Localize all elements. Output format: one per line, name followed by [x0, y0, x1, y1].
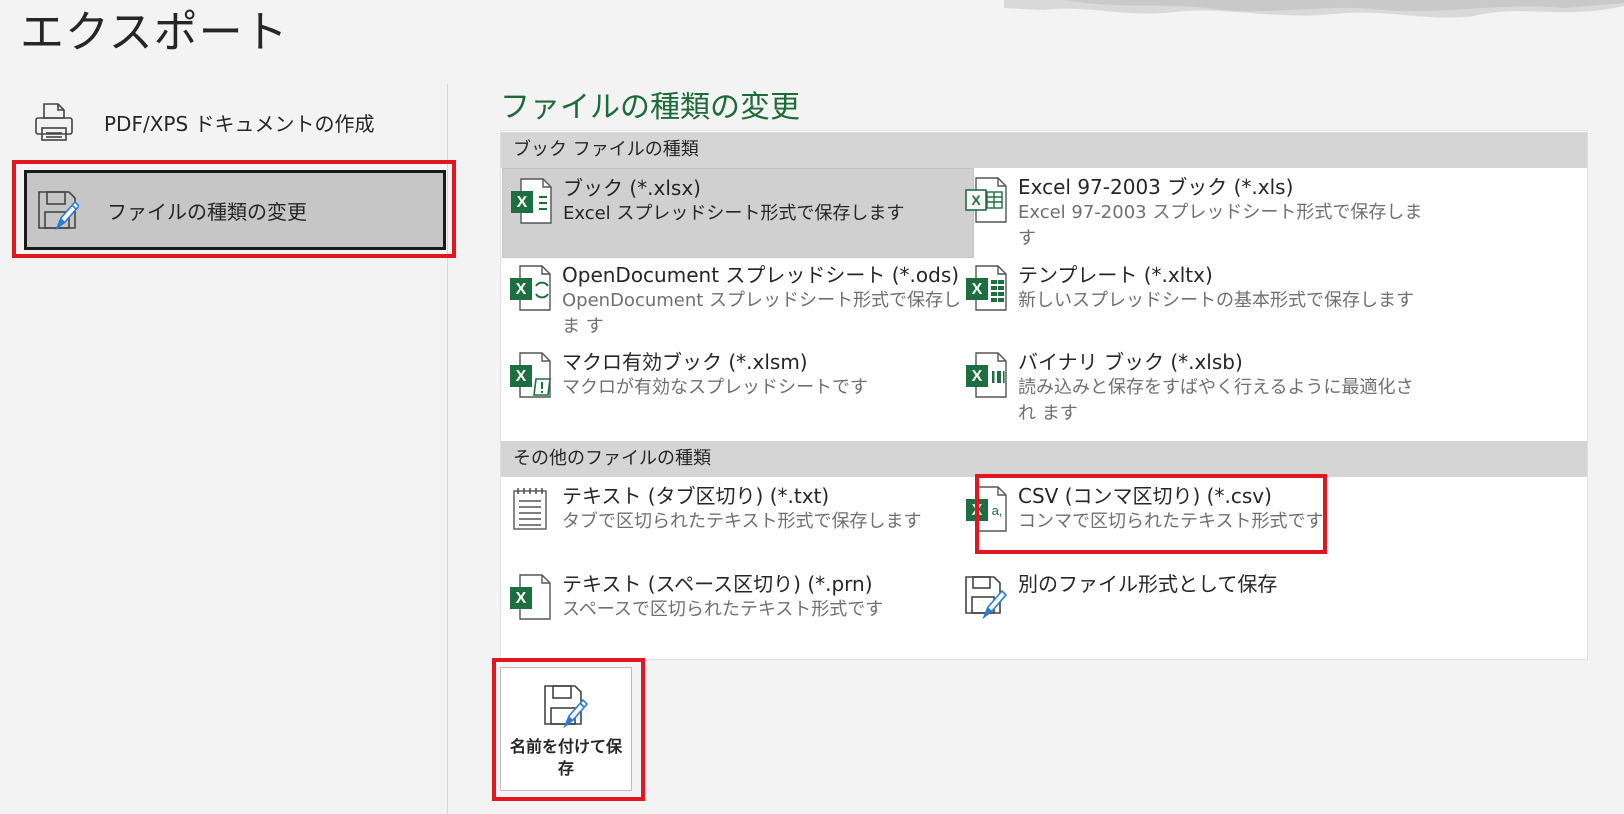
text-file-icon [513, 488, 547, 530]
file-type-desc: OpenDocument スプレッドシート形式で保存しま す [562, 290, 962, 337]
file-type-name: ブック (*.xlsx) [563, 176, 701, 200]
file-type-xltx[interactable]: X テンプレート (*.xltx) 新しいスプレッドシートの基本形式で保存します [958, 256, 1430, 346]
group-header-other: その他のファイルの種類 [501, 441, 1587, 477]
file-type-name: Excel 97-2003 ブック (*.xls) [1018, 175, 1294, 199]
svg-text:X: X [972, 368, 983, 385]
excel-ods-icon: X [510, 265, 551, 311]
svg-text:X: X [516, 368, 527, 385]
excel-xlsx-icon: X [511, 178, 552, 224]
file-type-name: CSV (コンマ区切り) (*.csv) [1018, 484, 1272, 508]
save-as-icon [544, 685, 589, 729]
nav-item-label: PDF/XPS ドキュメントの作成 [104, 111, 375, 136]
file-type-xlsm[interactable]: X マクロ有効ブック (*.xlsm) マクロが有効なスプレッドシートです [502, 343, 974, 433]
file-type-desc: スペースで区切られたテキスト形式です [562, 599, 884, 620]
svg-text:X: X [971, 192, 981, 208]
section-title: ファイルの種類の変更 [500, 90, 800, 125]
nav-item-label: ファイルの種類の変更 [107, 199, 307, 224]
file-type-name: テンプレート (*.xltx) [1018, 263, 1213, 287]
file-type-desc: 読み込みと保存をすばやく行えるように最適化され ます [1018, 377, 1414, 424]
file-type-desc: タブで区切られたテキスト形式で保存します [562, 511, 922, 532]
svg-text:X: X [972, 502, 983, 519]
save-as-icon [38, 191, 79, 231]
file-type-other-format[interactable]: 別のファイル形式として保存 [958, 565, 1430, 655]
svg-text:X: X [516, 281, 527, 298]
file-type-txt[interactable]: テキスト (タブ区切り) (*.txt) タブで区切られたテキスト形式で保存しま… [502, 477, 974, 567]
file-type-xlsx[interactable]: X ブック (*.xlsx) Excel スプレッドシート形式で保存します [502, 168, 974, 258]
excel-csv-icon: a, X [966, 486, 1007, 532]
svg-text:X: X [517, 194, 528, 211]
printer-icon [35, 103, 73, 141]
excel-prn-icon: X [510, 574, 551, 620]
nav-item-change-file-type[interactable]: ファイルの種類の変更 [24, 170, 446, 250]
svg-text:X: X [516, 590, 527, 607]
file-type-name: マクロ有効ブック (*.xlsm) [562, 350, 808, 374]
file-type-desc: 新しいスプレッドシートの基本形式で保存します [1018, 290, 1414, 311]
svg-text:a,: a, [992, 503, 1003, 518]
file-type-name: バイナリ ブック (*.xlsb) [1018, 350, 1243, 374]
file-type-desc: Excel 97-2003 スプレッドシート形式で保存しま す [1018, 202, 1423, 249]
save-as-button-label: 名前を付けて保存 [509, 737, 622, 778]
header-decoration [1004, 0, 1624, 18]
file-type-xlsb[interactable]: X バイナリ ブック (*.xlsb) 読み込みと保存をすばやく行えるように最適… [958, 343, 1430, 433]
excel-macro-icon: X [510, 352, 551, 398]
save-as-button[interactable]: 名前を付けて保存 [500, 667, 632, 791]
file-type-desc: Excel スプレッドシート形式で保存します [563, 203, 905, 224]
excel-template-icon: X [966, 265, 1007, 311]
nav-item-pdf-xps[interactable]: PDF/XPS ドキュメントの作成 [24, 82, 444, 162]
file-type-desc: マクロが有効なスプレッドシートです [562, 377, 868, 398]
file-type-xls[interactable]: X Excel 97-2003 ブック (*.xls) Excel 97-200… [958, 168, 1430, 258]
file-type-prn[interactable]: X テキスト (スペース区切り) (*.prn) スペースで区切られたテキスト形… [502, 565, 974, 655]
page-title: エクスポート [20, 7, 289, 58]
svg-text:X: X [972, 281, 983, 298]
nav-divider [447, 84, 448, 814]
excel-xls-icon: X [965, 177, 1007, 223]
file-type-name: 別のファイル形式として保存 [1018, 572, 1278, 596]
file-type-name: OpenDocument スプレッドシート (*.ods) [562, 263, 960, 287]
file-type-csv[interactable]: a, X CSV (コンマ区切り) (*.csv) コンマで区切られたテキスト形… [958, 477, 1430, 567]
save-as-icon [965, 576, 1008, 620]
file-type-desc: コンマで区切られたテキスト形式です [1018, 511, 1324, 532]
file-type-panel: ブック ファイルの種類 X ブック (*.xlsx) Excel スプレッドシー… [500, 130, 1588, 660]
file-type-name: テキスト (スペース区切り) (*.prn) [562, 572, 873, 596]
group-header-workbook: ブック ファイルの種類 [501, 132, 1587, 168]
file-type-ods[interactable]: X OpenDocument スプレッドシート (*.ods) OpenDocu… [502, 256, 974, 346]
excel-binary-icon: X [966, 352, 1007, 398]
file-type-name: テキスト (タブ区切り) (*.txt) [562, 484, 830, 508]
